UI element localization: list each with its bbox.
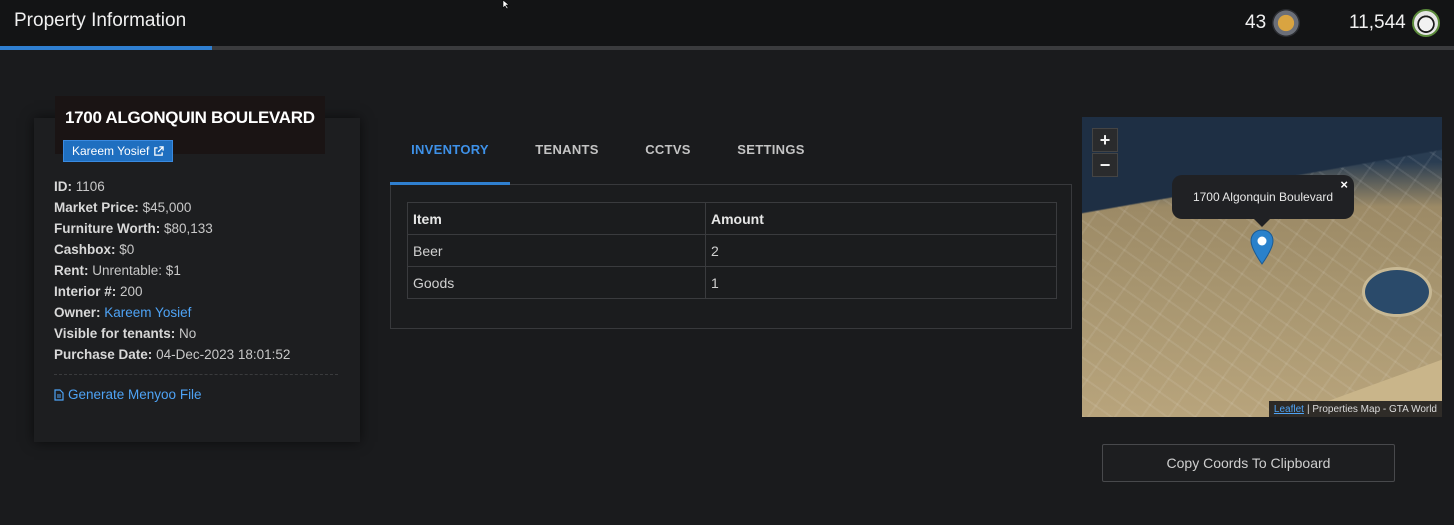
popup-close-icon[interactable]: × (1340, 177, 1348, 192)
stat-medals: 43 (1245, 8, 1301, 38)
column-header-item: Item (407, 202, 706, 235)
detail-id: ID: 1106 (54, 179, 105, 194)
owner-link[interactable]: Kareem Yosief (104, 305, 191, 320)
property-map[interactable]: + − 1700 Algonquin Boulevard × Leaflet |… (1082, 117, 1442, 417)
active-tab-indicator (390, 182, 510, 185)
external-link-icon (154, 145, 165, 156)
detail-cashbox: Cashbox: $0 (54, 242, 135, 257)
map-pond (1362, 267, 1432, 317)
tab-settings[interactable]: SETTINGS (722, 130, 820, 182)
file-icon (54, 388, 64, 401)
map-marker-icon[interactable] (1250, 229, 1274, 265)
map-popup-text: 1700 Algonquin Boulevard (1192, 190, 1334, 204)
copy-coords-button[interactable]: Copy Coords To Clipboard (1102, 444, 1395, 482)
table-row: Beer 2 (407, 234, 1057, 267)
cell-amount: 1 (705, 266, 1057, 299)
generate-menyoo-label: Generate Menyoo File (68, 387, 202, 402)
cell-amount: 2 (705, 234, 1057, 267)
map-popup: 1700 Algonquin Boulevard × (1172, 175, 1354, 227)
leaflet-link[interactable]: Leaflet (1274, 404, 1304, 415)
zoom-out-button[interactable]: − (1092, 153, 1118, 177)
top-bar: Property Information 43 11,544 (0, 0, 1454, 50)
generate-menyoo-link[interactable]: Generate Menyoo File (54, 387, 202, 402)
mouse-cursor-icon (502, 0, 510, 10)
card-divider (54, 374, 338, 375)
map-attribution: Leaflet | Properties Map - GTA World (1268, 401, 1442, 417)
property-details: ID: 1106 Market Price: $45,000 Furniture… (54, 176, 344, 365)
medal-icon (1272, 9, 1301, 37)
owner-button-label: Kareem Yosief (72, 144, 150, 158)
panda-avatar-icon[interactable] (1411, 9, 1440, 37)
stat-points: 11,544 (1349, 8, 1440, 38)
inventory-panel: Item Amount Beer 2 Goods 1 (390, 184, 1072, 329)
detail-interior: Interior #: 200 (54, 284, 143, 299)
stat-medals-value: 43 (1245, 12, 1267, 33)
detail-visible-for-tenants: Visible for tenants: No (54, 326, 197, 341)
top-progress-track (0, 46, 1454, 50)
table-header-row: Item Amount (407, 202, 1057, 235)
inventory-table: Item Amount Beer 2 Goods 1 (407, 202, 1057, 299)
detail-market-price: Market Price: $45,000 (54, 200, 192, 215)
cell-item: Beer (407, 234, 706, 267)
table-row: Goods 1 (407, 266, 1057, 299)
page-title: Property Information (14, 10, 187, 31)
tab-inventory[interactable]: INVENTORY (390, 130, 510, 182)
property-address: 1700 ALGONQUIN BOULEVARD (65, 108, 315, 127)
zoom-in-button[interactable]: + (1092, 128, 1118, 152)
tab-tenants[interactable]: TENANTS (520, 130, 614, 182)
column-header-amount: Amount (705, 202, 1057, 235)
owner-profile-button[interactable]: Kareem Yosief (63, 140, 174, 162)
tab-cctvs[interactable]: CCTVS (626, 130, 710, 182)
detail-purchase-date: Purchase Date: 04-Dec-2023 18:01:52 (54, 347, 291, 362)
top-progress-fill (0, 46, 213, 50)
cell-item: Goods (407, 266, 706, 299)
detail-rent: Rent: Unrentable: $1 (54, 263, 181, 278)
detail-owner: Owner: Kareem Yosief (54, 305, 192, 320)
detail-furniture-worth: Furniture Worth: $80,133 (54, 221, 213, 236)
stat-points-value: 11,544 (1349, 12, 1406, 33)
attribution-text: | Properties Map - GTA World (1306, 403, 1437, 415)
